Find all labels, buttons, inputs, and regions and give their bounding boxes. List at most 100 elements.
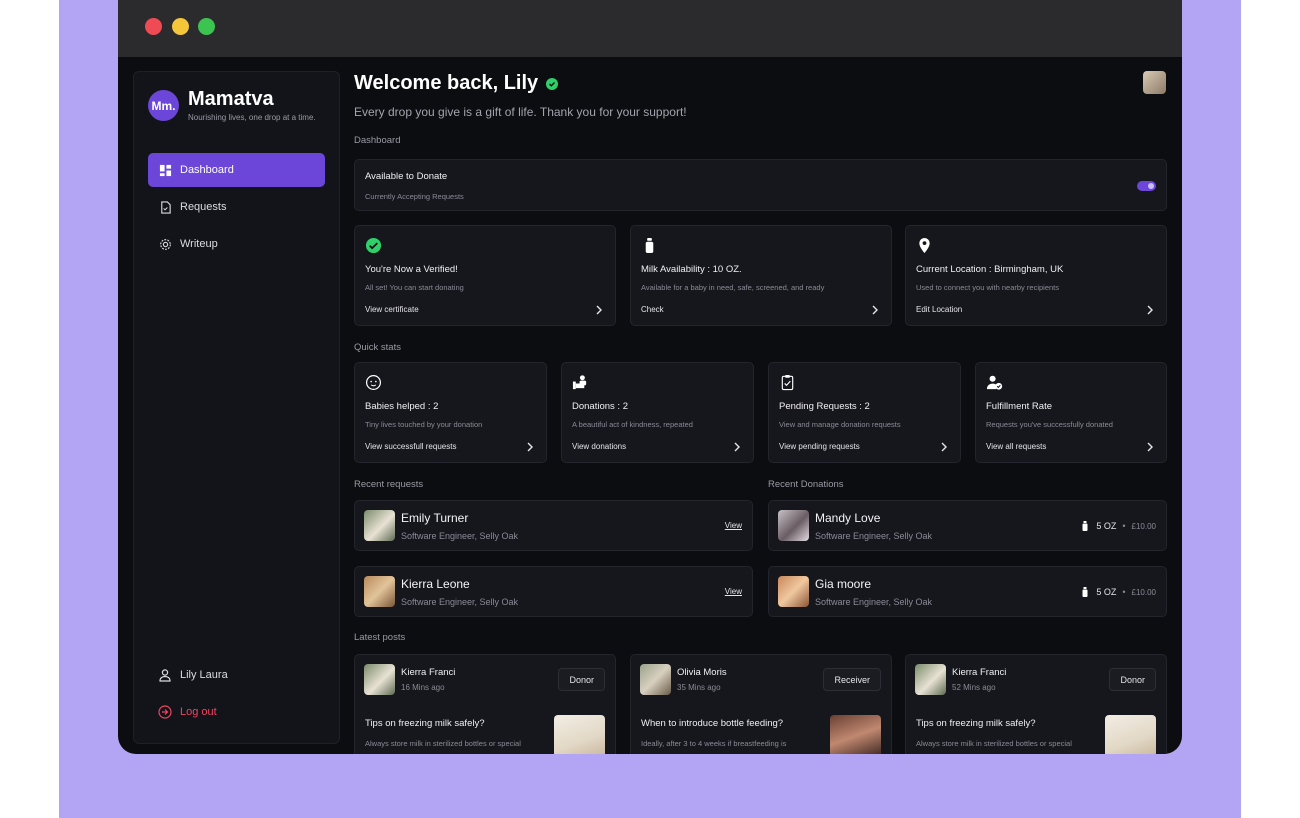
location-card: Current Location : Birmingham, UK Used t…: [905, 225, 1167, 326]
requester-name: Emily Turner: [401, 511, 469, 525]
post-card[interactable]: Kierra Franci 16 Mins ago Donor Tips on …: [354, 654, 616, 754]
welcome-text: Welcome back, Lily: [354, 72, 539, 94]
section-latest-posts-label: Latest posts: [354, 632, 406, 643]
window-titlebar: [118, 0, 1182, 57]
post-body: Always store milk in sterilized bottles …: [365, 739, 521, 748]
stat-subtitle: A beautiful act of kindness, repeated: [572, 420, 693, 429]
chevron-right-icon[interactable]: [733, 442, 741, 452]
sidebar-item-label: Writeup: [180, 238, 218, 250]
requester-name: Kierra Leone: [401, 577, 470, 591]
page-title: Welcome back, Lily: [354, 72, 559, 95]
view-certificate-link[interactable]: View certificate: [365, 305, 419, 314]
donation-price: £10.00: [1131, 521, 1156, 531]
donate-availability-card: Available to Donate Currently Accepting …: [354, 159, 1167, 211]
stat-subtitle: Requests you've successfully donated: [986, 420, 1113, 429]
logout-label: Log out: [180, 706, 217, 718]
view-request-link[interactable]: View: [725, 587, 742, 596]
post-thumbnail: [554, 715, 605, 754]
post-thumbnail: [830, 715, 881, 754]
donate-title: Available to Donate: [365, 171, 448, 182]
post-card[interactable]: Olivia Moris 35 Mins ago Receiver When t…: [630, 654, 892, 754]
document-icon: [161, 200, 171, 214]
stat-subtitle: Tiny lives touched by your donation: [365, 420, 483, 429]
app-window: Mm. Mamatva Nourishing lives, one drop a…: [118, 0, 1182, 754]
request-row[interactable]: Kierra Leone Software Engineer, Selly Oa…: [354, 566, 753, 617]
sidebar-user-name: Lily Laura: [180, 669, 228, 681]
card-subtitle: All set! You can start donating: [365, 283, 464, 292]
donation-recipient-name: Gia moore: [815, 577, 872, 591]
donation-recipient-role: Software Engineer, Selly Oak: [815, 597, 933, 607]
post-thumbnail: [1105, 715, 1156, 754]
stat-card-fulfillment: Fulfillment Rate Requests you've success…: [975, 362, 1167, 463]
view-donations-link[interactable]: View donations: [572, 442, 626, 451]
donation-row[interactable]: Gia moore Software Engineer, Selly Oak 5…: [768, 566, 1167, 617]
avatar: [640, 664, 671, 695]
profile-avatar[interactable]: [1143, 71, 1166, 94]
view-request-link[interactable]: View: [725, 521, 742, 530]
check-circle-icon: [365, 237, 382, 254]
chevron-right-icon[interactable]: [940, 442, 948, 452]
post-question: Tips on freezing milk safely?: [365, 718, 485, 729]
card-subtitle: Used to connect you with nearby recipien…: [916, 283, 1059, 292]
clipboard-check-icon: [781, 374, 794, 391]
sidebar-user[interactable]: Lily Laura: [158, 668, 228, 682]
chevron-right-icon[interactable]: [526, 442, 534, 452]
post-body: Ideally, after 3 to 4 weeks if breastfee…: [641, 739, 787, 748]
view-successful-requests-link[interactable]: View successfull requests: [365, 442, 456, 451]
post-time: 52 Mins ago: [952, 683, 996, 692]
card-title: You're Now a Verified!: [365, 264, 458, 275]
user-icon: [159, 669, 171, 682]
verified-card: You're Now a Verified! All set! You can …: [354, 225, 616, 326]
view-all-requests-link[interactable]: View all requests: [986, 442, 1046, 451]
requester-role: Software Engineer, Selly Oak: [401, 597, 519, 607]
stat-card-pending: Pending Requests : 2 View and manage don…: [768, 362, 961, 463]
minimize-window-button[interactable]: [172, 18, 189, 35]
avatar: [778, 576, 809, 607]
post-body: Always store milk in sterilized bottles …: [916, 739, 1072, 748]
donate-toggle[interactable]: [1137, 181, 1156, 191]
post-card[interactable]: Kierra Franci 52 Mins ago Donor Tips on …: [905, 654, 1167, 754]
avatar: [364, 510, 395, 541]
stat-title: Fulfillment Rate: [986, 401, 1052, 412]
donation-recipient-role: Software Engineer, Selly Oak: [815, 531, 933, 541]
verified-badge-icon: [546, 77, 559, 90]
logout-button[interactable]: Log out: [158, 705, 217, 719]
sidebar-item-writeup[interactable]: Writeup: [148, 227, 325, 261]
donation-price: £10.00: [1131, 587, 1156, 597]
chevron-right-icon[interactable]: [1146, 305, 1154, 315]
sidebar-item-label: Dashboard: [180, 164, 234, 176]
post-author: Kierra Franci: [952, 667, 1007, 678]
sidebar-item-requests[interactable]: Requests: [148, 190, 325, 224]
sidebar-item-label: Requests: [180, 201, 227, 213]
gear-icon: [160, 238, 171, 250]
sidebar-item-dashboard[interactable]: Dashboard: [148, 153, 325, 187]
view-pending-requests-link[interactable]: View pending requests: [779, 442, 860, 451]
post-question: When to introduce bottle feeding?: [641, 718, 784, 729]
requester-role: Software Engineer, Selly Oak: [401, 531, 519, 541]
post-author: Kierra Franci: [401, 667, 456, 678]
chevron-right-icon[interactable]: [1146, 442, 1154, 452]
chevron-right-icon[interactable]: [871, 305, 879, 315]
sidebar: Mm. Mamatva Nourishing lives, one drop a…: [133, 71, 340, 744]
stat-card-babies: Babies helped : 2 Tiny lives touched by …: [354, 362, 547, 463]
post-role-tag[interactable]: Donor: [1109, 668, 1156, 691]
logout-icon: [158, 705, 172, 719]
section-recent-donations-label: Recent Donations: [768, 479, 844, 490]
close-window-button[interactable]: [145, 18, 162, 35]
card-title: Milk Availability : 10 OZ.: [641, 264, 742, 275]
location-pin-icon: [919, 237, 930, 254]
post-author: Olivia Moris: [677, 667, 727, 678]
post-role-tag[interactable]: Receiver: [823, 668, 881, 691]
post-role-tag[interactable]: Donor: [558, 668, 605, 691]
donation-row[interactable]: Mandy Love Software Engineer, Selly Oak …: [768, 500, 1167, 551]
request-row[interactable]: Emily Turner Software Engineer, Selly Oa…: [354, 500, 753, 551]
stat-title: Babies helped : 2: [365, 401, 439, 412]
donate-status: Currently Accepting Requests: [365, 192, 464, 201]
baby-icon: [365, 374, 382, 391]
section-dashboard-label: Dashboard: [354, 135, 401, 146]
user-check-icon: [986, 375, 1003, 390]
maximize-window-button[interactable]: [198, 18, 215, 35]
check-link[interactable]: Check: [641, 305, 664, 314]
edit-location-link[interactable]: Edit Location: [916, 305, 962, 314]
chevron-right-icon[interactable]: [595, 305, 603, 315]
